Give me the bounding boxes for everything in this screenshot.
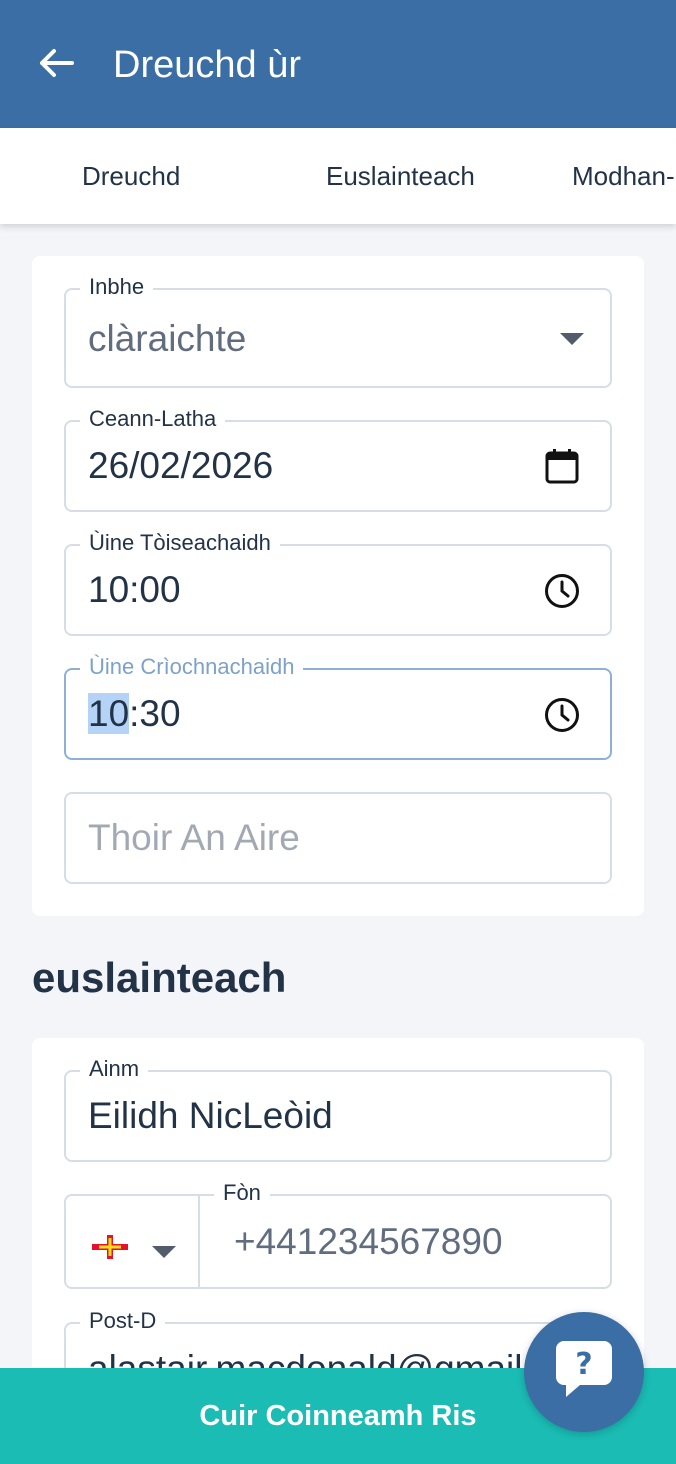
clock-icon[interactable] <box>542 571 582 611</box>
notes-placeholder: Thoir An Aire <box>88 817 300 858</box>
end-time-hour-selected: 10 <box>88 693 130 734</box>
status-value: clàraichte <box>88 318 247 359</box>
arrow-left-icon <box>38 48 74 83</box>
phone-field[interactable]: Fòn +441234567890 <box>198 1179 612 1289</box>
clock-icon[interactable] <box>542 695 582 735</box>
chevron-down-icon <box>560 333 584 345</box>
country-code-select[interactable] <box>64 1194 200 1289</box>
notes-field[interactable]: Thoir An Aire <box>64 792 612 884</box>
end-time-value: 10:30 <box>88 691 181 737</box>
help-button[interactable]: ? <box>524 1312 644 1432</box>
add-appointment-label: Cuir Coinneamh Ris <box>199 1399 477 1432</box>
patient-section-title: euslainteach <box>32 954 287 1001</box>
phone-value: +441234567890 <box>234 1221 503 1262</box>
tab-bar: Dreuchd Euslainteach Modhan- <box>0 128 676 224</box>
tab-appointment[interactable]: Dreuchd <box>82 158 180 194</box>
date-field[interactable]: Ceann-Latha 26/02/2026 <box>64 405 612 512</box>
status-select[interactable]: Inbhe clàraichte <box>64 273 612 388</box>
app-bar: Dreuchd ùr <box>0 0 676 128</box>
end-time-field[interactable]: Ùine Crìochnachaidh 10:30 <box>64 653 612 760</box>
tab-services[interactable]: Modhan- <box>572 158 675 194</box>
name-label: Ainm <box>80 1055 149 1083</box>
chevron-down-icon <box>152 1246 176 1258</box>
back-button[interactable] <box>30 42 82 88</box>
start-time-label: Ùine Tòiseachaidh <box>80 529 280 557</box>
guernsey-flag-icon <box>92 1235 128 1259</box>
start-time-value: 10:00 <box>88 569 181 610</box>
end-time-label: Ùine Crìochnachaidh <box>80 653 304 681</box>
status-label: Inbhe <box>80 273 154 301</box>
email-label: Post-D <box>80 1307 166 1335</box>
help-chat-icon: ? <box>554 1339 614 1406</box>
tab-patient[interactable]: Euslainteach <box>326 158 475 194</box>
start-time-field[interactable]: Ùine Tòiseachaidh 10:00 <box>64 529 612 636</box>
date-label: Ceann-Latha <box>80 405 226 433</box>
name-value: Eilidh NicLeòid <box>88 1095 333 1136</box>
date-value: 26/02/2026 <box>88 445 274 486</box>
page-title: Dreuchd ùr <box>113 44 301 86</box>
svg-text:?: ? <box>575 1347 592 1382</box>
calendar-icon[interactable] <box>542 446 582 486</box>
end-time-minutes: :30 <box>129 693 181 734</box>
name-field[interactable]: Ainm Eilidh NicLeòid <box>64 1055 612 1162</box>
phone-label: Fòn <box>214 1179 270 1207</box>
